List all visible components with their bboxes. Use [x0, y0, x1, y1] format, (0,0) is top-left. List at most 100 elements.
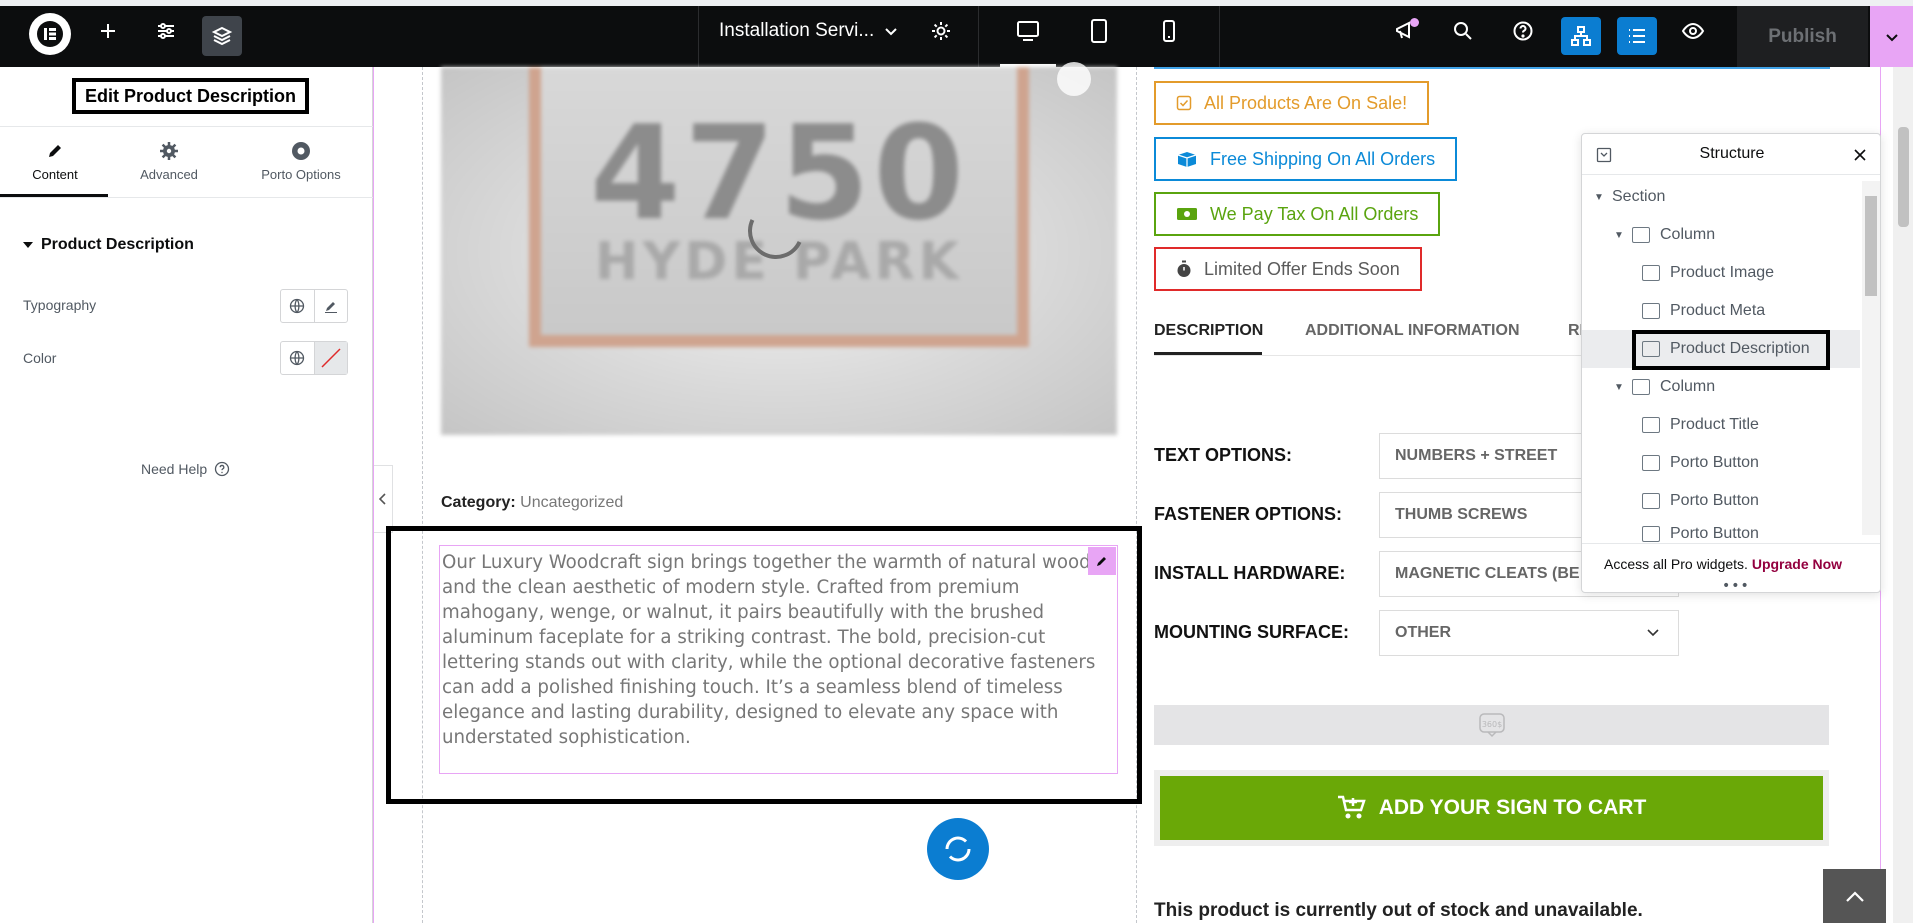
caret-down-icon[interactable]: ▼ [1614, 230, 1628, 241]
page-settings-button[interactable] [920, 10, 962, 52]
edit-widget-button[interactable] [1088, 547, 1116, 575]
upgrade-now-link[interactable]: Upgrade Now [1752, 556, 1842, 572]
navigator-button[interactable] [1617, 17, 1657, 55]
layers-icon [211, 26, 233, 46]
tab-additional-information[interactable]: ADDITIONAL INFORMATION [1305, 322, 1520, 340]
structure-item-product-title[interactable]: Product Title [1582, 406, 1860, 444]
structure-footer: Access all Pro widgets. Upgrade Now ••• [1582, 543, 1880, 592]
check-square-icon [1176, 95, 1192, 111]
caret-down-icon[interactable]: ▼ [1594, 192, 1608, 203]
scroll-to-top-button[interactable] [1823, 869, 1886, 923]
tab-content[interactable]: Content [2, 141, 108, 182]
structure-item-label: Section [1612, 188, 1666, 205]
category-value[interactable]: Uncategorized [520, 494, 623, 511]
preview-button[interactable] [1672, 10, 1714, 52]
tab-description[interactable]: DESCRIPTION [1154, 322, 1263, 340]
structure-selection-outline [1632, 330, 1830, 370]
structure-item-section[interactable]: ▼ Section [1582, 178, 1860, 216]
notifications-button[interactable] [1384, 10, 1426, 52]
structure-item-porto-button[interactable]: Porto Button [1582, 444, 1860, 482]
stock-notice: This product is currently out of stock a… [1154, 900, 1643, 921]
chevron-left-icon [378, 493, 386, 505]
chevron-down-icon [1885, 33, 1898, 41]
tab-porto-options[interactable]: Porto Options [248, 141, 354, 182]
need-help-label: Need Help [141, 461, 208, 477]
elementor-logo-button[interactable] [29, 13, 71, 55]
loading-indicator-button[interactable] [927, 818, 989, 880]
collapse-panel-button[interactable] [373, 465, 393, 533]
elementor-logo-icon [37, 21, 63, 47]
structure-item-porto-button[interactable]: Porto Button [1582, 482, 1860, 520]
free-shipping-label: Free Shipping On All Orders [1210, 148, 1436, 169]
mounting-surface-select[interactable]: OTHER [1379, 610, 1679, 656]
tax-badge-label: We Pay Tax On All Orders [1210, 203, 1419, 224]
cart-icon [1337, 795, 1366, 819]
add-to-cart-button[interactable]: ADD YOUR SIGN TO CART [1160, 776, 1823, 840]
search-icon [1454, 22, 1472, 40]
sitemap-icon [1571, 26, 1591, 46]
fastener-options-label: FASTENER OPTIONS: [1154, 504, 1343, 524]
structure-scrollbar[interactable] [1862, 181, 1880, 535]
sale-badge[interactable]: All Products Are On Sale! [1154, 81, 1430, 125]
mobile-view-button[interactable] [1148, 10, 1190, 52]
structure-item-product-meta[interactable]: Product Meta [1582, 292, 1860, 330]
search-button[interactable] [1442, 10, 1484, 52]
stopwatch-icon [1177, 260, 1191, 277]
document-title[interactable]: Installation Servi... [719, 20, 874, 42]
tablet-view-button[interactable] [1078, 10, 1120, 52]
page-scrollbar[interactable] [1893, 67, 1913, 923]
structure-item-product-image[interactable]: Product Image [1582, 254, 1860, 292]
gear-icon [160, 142, 178, 160]
need-help-link[interactable]: Need Help [141, 461, 230, 477]
site-settings-button[interactable] [145, 10, 187, 52]
panel-divider [0, 197, 373, 198]
text-options-label: TEXT OPTIONS: [1154, 445, 1293, 465]
image-zoom-button[interactable] [1057, 62, 1091, 96]
add-to-cart-label: ADD YOUR SIGN TO CART [1378, 796, 1647, 819]
add-element-button[interactable] [87, 10, 129, 52]
structure-button[interactable] [1561, 17, 1601, 55]
publish-options-button[interactable] [1870, 6, 1913, 67]
structure-item-porto-button[interactable]: Porto Button [1582, 520, 1860, 542]
page-scrollbar-thumb[interactable] [1898, 127, 1909, 227]
editor-root: Installation Servi... Publish Edit Produ… [0, 0, 1913, 923]
tax-badge[interactable]: We Pay Tax On All Orders [1154, 192, 1441, 236]
help-button[interactable] [1502, 10, 1544, 52]
pro-promo: Access all Pro widgets. Upgrade Now [1604, 556, 1842, 572]
typography-edit-button[interactable] [313, 290, 347, 322]
limited-offer-label: Limited Offer Ends Soon [1204, 258, 1400, 279]
tab-advanced[interactable]: Advanced [116, 141, 222, 182]
color-global-button[interactable] [281, 342, 314, 374]
image-widget-icon [1642, 265, 1660, 281]
structure-item-column[interactable]: ▼ Column [1582, 216, 1860, 254]
publish-button[interactable]: Publish [1737, 6, 1868, 67]
box-icon [1177, 152, 1197, 167]
canvas-left-edge [373, 67, 374, 923]
typography-label: Typography [23, 297, 97, 313]
pencil-icon [1097, 557, 1106, 566]
price-bar: 360$ [1154, 705, 1829, 745]
color-picker-swatch[interactable] [313, 342, 347, 374]
free-shipping-badge[interactable]: Free Shipping On All Orders [1154, 137, 1458, 181]
structure-panel: Structure ▼ Section ▼ Column Product Ima… [1581, 133, 1881, 593]
structure-item-label: Product Image [1670, 264, 1775, 281]
structure-item-label: Porto Button [1670, 525, 1759, 542]
sliders-icon [158, 23, 174, 39]
structure-header: Structure [1582, 134, 1880, 175]
structure-scrollbar-thumb[interactable] [1865, 196, 1877, 296]
more-options-icon[interactable]: ••• [1722, 578, 1750, 592]
structure-item-label: Product Title [1670, 416, 1759, 433]
structure-toggle-button[interactable] [202, 16, 242, 56]
limited-offer-badge[interactable]: Limited Offer Ends Soon [1154, 247, 1422, 291]
typography-global-button[interactable] [281, 290, 314, 322]
structure-item-column[interactable]: ▼ Column [1582, 368, 1860, 406]
install-hardware-value: MAGNETIC CLEATS (BE [1395, 565, 1580, 582]
caret-down-icon[interactable]: ▼ [1614, 382, 1628, 393]
product-description-widget[interactable]: Our Luxury Woodcraft sign brings togethe… [439, 545, 1118, 774]
section-toggle-product-description[interactable]: Product Description [23, 236, 194, 254]
close-icon[interactable] [1853, 148, 1867, 162]
document-dropdown-button[interactable] [870, 10, 912, 52]
mobile-icon [1163, 20, 1175, 42]
tab-content-label: Content [32, 167, 78, 182]
desktop-view-button[interactable] [1007, 10, 1049, 52]
